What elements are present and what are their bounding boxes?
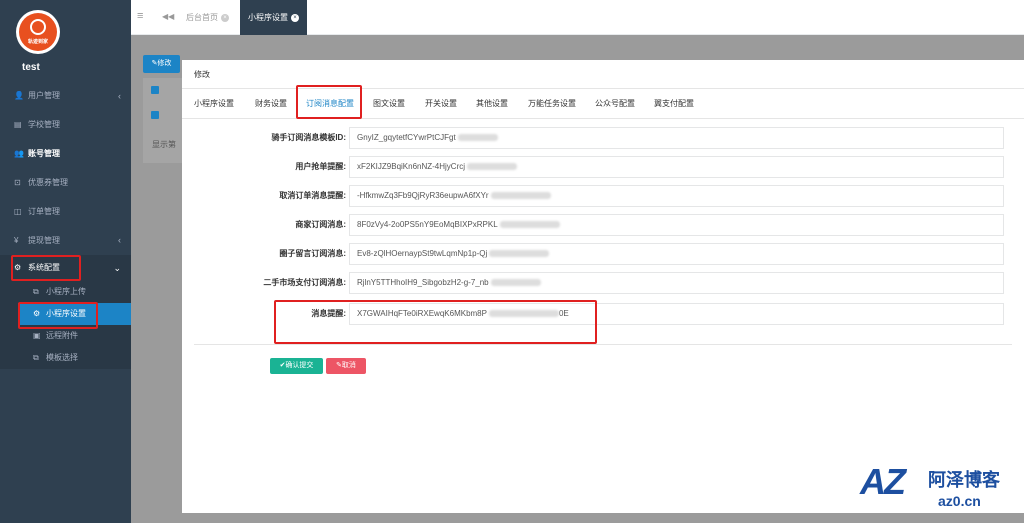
users-icon: 👥: [14, 149, 24, 158]
tab-miniprogram-settings[interactable]: 小程序设置 ×: [240, 0, 307, 35]
field-label: 圈子留言订阅消息:: [279, 249, 346, 258]
logo-text: 轨迹到家: [27, 39, 48, 45]
tab-finance[interactable]: 财务设置: [255, 89, 287, 119]
sidebar-item-coupons[interactable]: ⊡ 优惠券管理: [0, 168, 131, 197]
field-label: 骑手订阅消息模板ID:: [271, 133, 346, 142]
field-label: 取消订单消息提醒:: [279, 191, 346, 200]
tab-miniprogram[interactable]: 小程序设置: [194, 89, 234, 119]
field-label: 商家订阅消息:: [295, 220, 346, 229]
highlight-system-config: [11, 255, 81, 281]
cancel-button[interactable]: ✎取消: [326, 358, 366, 374]
modal-title: 修改: [194, 70, 210, 79]
field-row: 用户抢单提醒: xF2KIJZ9BqiKn6nNZ-4HjyCrcj: [182, 156, 1024, 178]
field-row: 圈子留言订阅消息: Ev8-zQlHOernaypSt9twLqmNp1p-Qj: [182, 243, 1024, 265]
menu-toggle-icon[interactable]: ≡: [137, 10, 143, 22]
watermark-url: az0.cn: [938, 493, 981, 509]
watermark-name: 阿泽博客: [928, 470, 1000, 491]
field-row: 骑手订阅消息模板ID: GnyIZ_gqytetfCYwrPtCJFgt: [182, 127, 1024, 149]
username: test: [22, 62, 40, 73]
close-icon[interactable]: ×: [291, 13, 299, 22]
field-row: 商家订阅消息: 8F0zVy4-2o0PS5nY9EoMqBIXPxRPKL: [182, 214, 1024, 236]
top-bar: ≡ ◀◀ 后台首页 × 小程序设置 ×: [131, 0, 1024, 35]
tab-other[interactable]: 其他设置: [476, 89, 508, 119]
yen-icon: ¥: [14, 236, 19, 245]
sidebar-item-label: 提现管理: [28, 236, 60, 245]
field-value: 8F0zVy4-2o0PS5nY9EoMqBIXPxRPKL: [357, 220, 498, 229]
logo: 轨迹到家: [16, 10, 60, 54]
redacted-text: [467, 163, 518, 171]
logo-mark-icon: [30, 19, 46, 35]
edit-modal: 修改 小程序设置 财务设置 订阅消息配置 图文设置 开关设置 其他设置 万能任务…: [182, 60, 1024, 513]
redacted-text: [499, 221, 560, 229]
edit-button[interactable]: ✎修改: [143, 55, 180, 73]
sidebar-item-orders[interactable]: ◫ 订单管理: [0, 197, 131, 226]
redacted-text: [457, 134, 498, 142]
watermark-logo: AZ 阿泽博客 az0.cn: [860, 458, 1010, 516]
redacted-text: [490, 279, 541, 287]
sidebar-item-label: 账号管理: [28, 149, 60, 158]
book-icon: ▤: [14, 120, 22, 129]
sidebar-item-label: 订单管理: [28, 207, 60, 216]
field-value: Ev8-zQlHOernaypSt9twLqmNp1p-Qj: [357, 249, 488, 258]
watermark-az: AZ: [860, 461, 906, 502]
field-label: 用户抢单提醒:: [295, 162, 346, 171]
sidebar-item-schools[interactable]: ▤ 学校管理: [0, 110, 131, 139]
tab-universal-task[interactable]: 万能任务设置: [528, 89, 576, 119]
copy-icon: ⧉: [33, 353, 39, 362]
tab-bestpay[interactable]: 翼支付配置: [654, 89, 694, 119]
merchant-subscription-input[interactable]: 8F0zVy4-2o0PS5nY9EoMqBIXPxRPKL: [349, 214, 1004, 236]
close-icon[interactable]: ×: [221, 13, 229, 22]
confirm-submit-button[interactable]: ✔确认提交: [270, 358, 323, 374]
sidebar-subitem-templates[interactable]: ⧉ 模板选择: [0, 347, 131, 369]
redacted-text: [489, 250, 550, 258]
pagination-text: 显示第: [152, 140, 176, 149]
sidebar-item-withdrawals[interactable]: ¥ 提现管理 ‹: [0, 226, 131, 255]
tab-back-icon[interactable]: ◀◀: [162, 12, 174, 21]
cancel-order-reminder-input[interactable]: -HfkmwZq3Fb9QjRyR36eupwA6fXYr: [349, 185, 1004, 207]
background-table: [143, 78, 183, 163]
tab-official-account[interactable]: 公众号配置: [595, 89, 635, 119]
field-row: 取消订单消息提醒: -HfkmwZq3Fb9QjRyR36eupwA6fXYr: [182, 185, 1024, 207]
highlight-settings: [18, 302, 98, 329]
field-label: 二手市场支付订阅消息:: [263, 278, 346, 287]
row-checkbox[interactable]: [151, 111, 159, 119]
sidebar-item-users[interactable]: 👤 用户管理 ‹: [0, 82, 131, 110]
order-icon: ◫: [14, 207, 22, 216]
coupon-icon: ⊡: [14, 178, 21, 187]
sidebar-item-label: 学校管理: [28, 120, 60, 129]
sidebar-item-accounts[interactable]: 👥 账号管理: [0, 139, 131, 168]
highlight-subscription-tab: [296, 85, 362, 119]
user-icon: 👤: [14, 91, 24, 100]
copy-icon: ⧉: [33, 287, 39, 296]
sidebar-subitem-label: 远程附件: [46, 331, 78, 340]
sidebar: 轨迹到家 test 👤 用户管理 ‹ ▤ 学校管理 👥 账号管理 ⊡ 优惠券管理 ◫ 订单…: [0, 0, 131, 523]
sidebar-item-label: 用户管理: [28, 91, 60, 100]
sidebar-subitem-upload[interactable]: ⧉ 小程序上传: [0, 281, 131, 303]
tab-label: 小程序设置: [248, 13, 288, 22]
select-all-checkbox[interactable]: [151, 86, 159, 94]
redacted-text: [490, 192, 551, 200]
field-row: 二手市场支付订阅消息: RjlnY5TTHhoIH9_SibgobzH2-g-7…: [182, 272, 1024, 294]
tab-home[interactable]: 后台首页 ×: [178, 0, 237, 35]
chevron-left-icon: ‹: [118, 91, 121, 101]
chevron-down-icon: ⌄: [113, 263, 121, 273]
field-value: xF2KIJZ9BqiKn6nNZ-4HjyCrcj: [357, 162, 466, 171]
rider-template-id-input[interactable]: GnyIZ_gqytetfCYwrPtCJFgt: [349, 127, 1004, 149]
field-value: -HfkmwZq3Fb9QjRyR36eupwA6fXYr: [357, 191, 489, 200]
tab-graphics[interactable]: 图文设置: [373, 89, 405, 119]
user-grab-reminder-input[interactable]: xF2KIJZ9BqiKn6nNZ-4HjyCrcj: [349, 156, 1004, 178]
sidebar-item-label: 优惠券管理: [28, 178, 68, 187]
circle-message-subscription-input[interactable]: Ev8-zQlHOernaypSt9twLqmNp1p-Qj: [349, 243, 1004, 265]
field-value: GnyIZ_gqytetfCYwrPtCJFgt: [357, 133, 456, 142]
field-value: RjlnY5TTHhoIH9_SibgobzH2-g-7_nb: [357, 278, 489, 287]
divider: [194, 344, 1012, 345]
tab-label: 后台首页: [186, 13, 218, 22]
tab-switches[interactable]: 开关设置: [425, 89, 457, 119]
sidebar-subitem-label: 模板选择: [46, 353, 78, 362]
logo-badge: 轨迹到家: [19, 13, 57, 51]
sidebar-subitem-label: 小程序上传: [46, 287, 86, 296]
highlight-message-reminder: [274, 300, 597, 344]
chevron-left-icon: ‹: [118, 235, 121, 245]
secondhand-payment-subscription-input[interactable]: RjlnY5TTHhoIH9_SibgobzH2-g-7_nb: [349, 272, 1004, 294]
